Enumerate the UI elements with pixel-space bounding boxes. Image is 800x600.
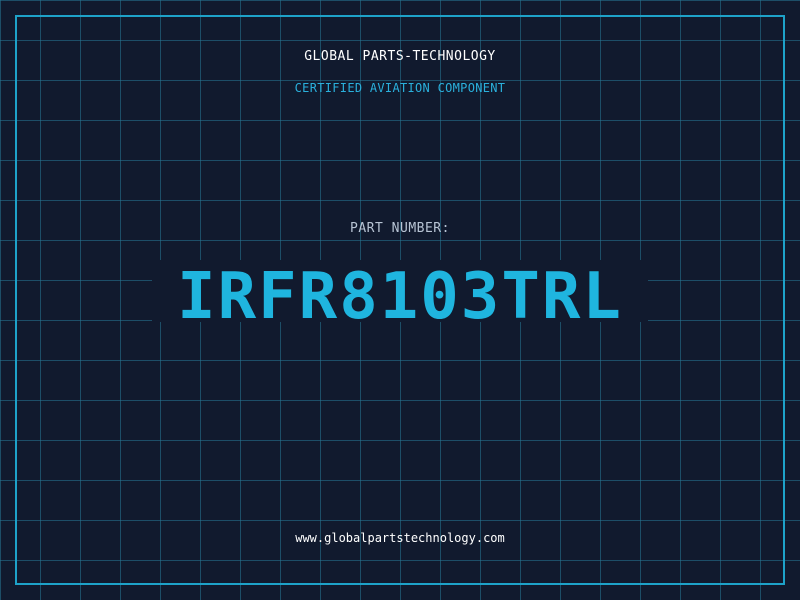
part-number-label: PART NUMBER:: [350, 221, 450, 236]
website-url: www.globalpartstechnology.com: [295, 531, 505, 545]
certification-tagline: CERTIFIED AVIATION COMPONENT: [294, 81, 506, 95]
brand-name: GLOBAL PARTS-TECHNOLOGY: [304, 49, 496, 64]
part-card: GLOBAL PARTS-TECHNOLOGY CERTIFIED AVIATI…: [0, 0, 800, 600]
part-number-value: IRFR8103TRL: [177, 260, 623, 334]
